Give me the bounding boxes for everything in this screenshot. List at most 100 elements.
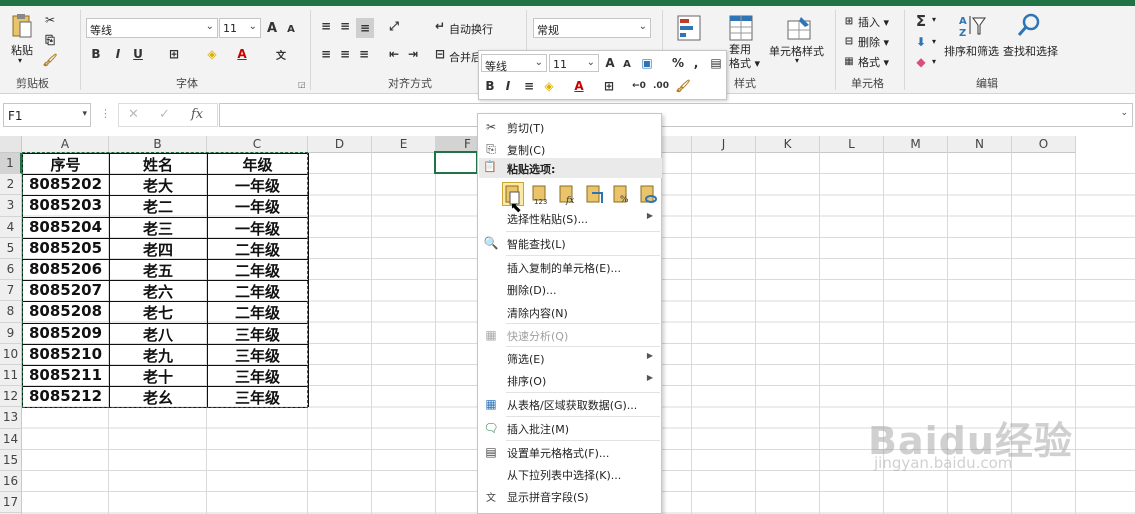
table-format-button[interactable]: 套用 格式 ▾ xyxy=(729,43,760,71)
menu-item-clear[interactable]: 清除内容(N) xyxy=(478,301,661,323)
column-header-d[interactable]: D xyxy=(308,136,372,153)
active-cell-f1[interactable] xyxy=(434,151,478,174)
fill-icon[interactable]: ⬇ xyxy=(913,34,929,50)
find-select-icon[interactable] xyxy=(1016,12,1042,38)
paste-transpose-icon[interactable] xyxy=(583,182,605,206)
mini-font-size-combo[interactable]: 11 ⌄ xyxy=(549,54,599,72)
column-header-c[interactable]: C xyxy=(207,136,308,153)
font-color-icon[interactable]: A xyxy=(234,46,250,62)
column-header-l[interactable]: L xyxy=(820,136,884,153)
cell-styles-dropdown-icon[interactable]: ▾ xyxy=(795,56,799,65)
row-header-1[interactable]: 1 xyxy=(0,153,22,175)
font-size-combo[interactable]: 11 ⌄ xyxy=(219,18,261,38)
wrap-text-icon[interactable]: ↵ xyxy=(432,18,448,34)
font-launcher-icon[interactable]: ◲ xyxy=(298,80,306,89)
mini-font-color-icon[interactable]: A xyxy=(571,78,587,94)
row-header-4[interactable]: 4 xyxy=(0,216,22,238)
table-format-icon[interactable] xyxy=(728,14,754,42)
align-middle-icon[interactable]: ≡ xyxy=(337,18,353,34)
insert-cells-button[interactable]: 插入 ▾ xyxy=(858,14,889,30)
row-header-7[interactable]: 7 xyxy=(0,280,22,302)
mini-format-painter-icon[interactable]: 🖌 xyxy=(675,78,691,94)
phonetic-icon[interactable]: 文 xyxy=(273,46,289,62)
row-header-12[interactable]: 12 xyxy=(0,386,22,408)
decrease-indent-icon[interactable]: ⇤ xyxy=(386,46,402,62)
menu-item-phonetic[interactable]: 文 显示拼音字段(S) xyxy=(478,485,661,507)
mini-bold-button[interactable]: B xyxy=(483,78,497,94)
row-header-13[interactable]: 13 xyxy=(0,407,22,429)
clear-icon[interactable]: ◆ xyxy=(913,54,929,70)
row-header-16[interactable]: 16 xyxy=(0,471,22,493)
delete-cells-icon[interactable]: ⊟ xyxy=(842,34,856,48)
cell-styles-icon[interactable] xyxy=(786,14,812,42)
align-center-icon[interactable]: ≡ xyxy=(337,46,353,62)
align-bottom-icon[interactable]: ≡ xyxy=(356,18,374,38)
sort-filter-button[interactable]: 排序和筛选 xyxy=(944,43,999,59)
formula-expand-icon[interactable]: ⌄ xyxy=(1120,108,1128,118)
autosum-icon[interactable]: Σ xyxy=(912,12,930,30)
font-name-combo[interactable]: 等线 ⌄ xyxy=(86,18,218,38)
menu-item-sort[interactable]: 排序(O) ▶ xyxy=(478,369,661,391)
formula-bar-grip[interactable]: ⋮ xyxy=(100,107,111,120)
cut-icon[interactable]: ✂ xyxy=(42,12,58,28)
row-header-3[interactable]: 3 xyxy=(0,195,22,217)
mini-percent-icon[interactable]: % xyxy=(671,55,685,71)
grow-font-icon[interactable]: A xyxy=(265,20,279,36)
paste-formatting-icon[interactable]: % xyxy=(610,182,632,206)
delete-cells-button[interactable]: 删除 ▾ xyxy=(858,34,889,50)
italic-button[interactable]: I xyxy=(110,46,126,62)
menu-item-format-cells[interactable]: ▤ 设置单元格格式(F)... xyxy=(478,441,661,463)
format-painter-icon[interactable]: 🖌 xyxy=(42,52,58,68)
autosum-dropdown-icon[interactable]: ▾ xyxy=(932,15,936,24)
formula-input[interactable]: ⌄ xyxy=(219,103,1133,127)
menu-item-insert-comment[interactable]: 🗨 插入批注(M) xyxy=(478,417,661,439)
cancel-icon[interactable]: ✕ xyxy=(128,107,139,122)
merge-icon[interactable]: ⊟ xyxy=(432,46,448,62)
mini-borders-icon[interactable]: ⊞ xyxy=(601,78,617,94)
row-header-14[interactable]: 14 xyxy=(0,428,22,450)
mini-decrease-decimal-icon[interactable]: .00 xyxy=(651,78,671,94)
align-top-icon[interactable]: ≡ xyxy=(318,18,334,34)
row-header-8[interactable]: 8 xyxy=(0,301,22,323)
orientation-icon[interactable]: ⤢ xyxy=(386,18,402,34)
mini-fill-color-icon[interactable]: ◈ xyxy=(541,78,557,94)
shrink-font-icon[interactable]: A xyxy=(285,22,297,36)
fill-dropdown-icon[interactable]: ▾ xyxy=(932,37,936,46)
sort-filter-icon[interactable]: AZ xyxy=(958,12,986,38)
mini-format-cells-icon[interactable]: ▤ xyxy=(708,55,724,71)
align-left-icon[interactable]: ≡ xyxy=(318,46,334,62)
insert-function-icon[interactable]: fx xyxy=(191,107,203,122)
paste-link-icon[interactable] xyxy=(637,182,659,206)
mini-increase-decimal-icon[interactable]: ←0 xyxy=(629,78,649,94)
menu-item-copy[interactable]: ⎘ 复制(C) xyxy=(478,138,661,160)
row-header-10[interactable]: 10 xyxy=(0,343,22,365)
conditional-format-icon[interactable] xyxy=(676,14,702,42)
menu-item-paste-special[interactable]: 选择性粘贴(S)... ▶ xyxy=(478,207,661,229)
fill-color-icon[interactable]: ◈ xyxy=(204,46,220,62)
paste-dropdown-icon[interactable]: ▾ xyxy=(18,56,22,65)
increase-indent-icon[interactable]: ⇥ xyxy=(405,46,421,62)
column-header-b[interactable]: B xyxy=(109,136,207,153)
menu-item-smart-lookup[interactable]: 🔍 智能查找(L) xyxy=(478,232,661,254)
insert-cells-icon[interactable]: ⊞ xyxy=(842,14,856,28)
row-header-11[interactable]: 11 xyxy=(0,365,22,387)
menu-item-get-data[interactable]: ▦ 从表格/区域获取数据(G)... xyxy=(478,393,661,415)
row-header-5[interactable]: 5 xyxy=(0,237,22,259)
column-header-o[interactable]: O xyxy=(1012,136,1076,153)
menu-item-insert-copied[interactable]: 插入复制的单元格(E)... xyxy=(478,256,661,278)
mini-shrink-font-icon[interactable]: A xyxy=(621,57,633,71)
menu-item-delete[interactable]: 删除(D)... xyxy=(478,278,661,300)
menu-item-filter[interactable]: 筛选(E) ▶ xyxy=(478,347,661,369)
column-header-n[interactable]: N xyxy=(948,136,1012,153)
column-header-k[interactable]: K xyxy=(756,136,820,153)
paste-icon[interactable] xyxy=(10,12,34,40)
column-header-e[interactable]: E xyxy=(372,136,436,153)
clear-dropdown-icon[interactable]: ▾ xyxy=(932,57,936,66)
underline-button[interactable]: U xyxy=(130,46,146,62)
format-cells-button[interactable]: 格式 ▾ xyxy=(858,54,889,70)
row-header-2[interactable]: 2 xyxy=(0,174,22,196)
mini-comma-icon[interactable]: , xyxy=(691,55,701,71)
paste-values-icon[interactable]: 123 xyxy=(529,182,551,206)
borders-icon[interactable]: ⊞ xyxy=(166,46,182,62)
name-box[interactable]: F1 ▾ xyxy=(3,103,91,127)
